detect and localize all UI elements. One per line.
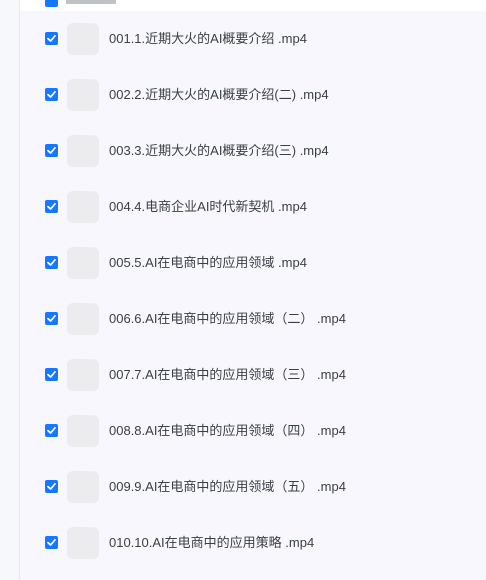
file-list: 001.1.近期大火的AI概要介绍 .mp4 002.2.近期大火的AI概要介绍…	[20, 11, 486, 580]
list-item[interactable]: 006.6.AI在电商中的应用领域（二） .mp4	[20, 291, 486, 347]
file-name[interactable]: 005.5.AI在电商中的应用领域 .mp4	[109, 254, 307, 272]
file-list-page: 001.1.近期大火的AI概要介绍 .mp4 002.2.近期大火的AI概要介绍…	[0, 0, 486, 580]
file-name[interactable]: 002.2.近期大火的AI概要介绍(二) .mp4	[109, 86, 329, 104]
checkmark-icon	[47, 202, 56, 210]
file-checkbox[interactable]	[45, 88, 58, 101]
checkmark-icon	[47, 90, 56, 98]
file-checkbox[interactable]	[45, 312, 58, 325]
left-indent-rail	[0, 0, 20, 580]
file-thumbnail-icon	[67, 79, 99, 111]
list-item[interactable]: 001.1.近期大火的AI概要介绍 .mp4	[20, 11, 486, 67]
file-thumbnail-icon	[67, 247, 99, 279]
checkmark-icon	[47, 314, 56, 322]
list-item[interactable]: 007.7.AI在电商中的应用领域（三） .mp4	[20, 347, 486, 403]
file-thumbnail-icon	[67, 23, 99, 55]
file-name[interactable]: 009.9.AI在电商中的应用领域（五） .mp4	[109, 478, 346, 496]
folder-header-strip	[0, 0, 486, 11]
file-name[interactable]: 008.8.AI在电商中的应用领域（四） .mp4	[109, 422, 346, 440]
file-checkbox[interactable]	[45, 536, 58, 549]
file-checkbox[interactable]	[45, 480, 58, 493]
checkmark-icon	[47, 538, 56, 546]
file-name[interactable]: 006.6.AI在电商中的应用领域（二） .mp4	[109, 310, 346, 328]
file-thumbnail-icon	[67, 303, 99, 335]
folder-checkbox[interactable]	[45, 0, 58, 7]
file-thumbnail-icon	[67, 191, 99, 223]
file-thumbnail-icon	[67, 527, 99, 559]
checkmark-icon	[47, 146, 56, 154]
file-checkbox[interactable]	[45, 368, 58, 381]
folder-title-fragment	[66, 0, 116, 4]
list-item[interactable]: 005.5.AI在电商中的应用领域 .mp4	[20, 235, 486, 291]
file-checkbox[interactable]	[45, 424, 58, 437]
list-item[interactable]: 003.3.近期大火的AI概要介绍(三) .mp4	[20, 123, 486, 179]
file-name[interactable]: 001.1.近期大火的AI概要介绍 .mp4	[109, 30, 307, 48]
checkmark-icon	[47, 426, 56, 434]
list-item[interactable]: 009.9.AI在电商中的应用领域（五） .mp4	[20, 459, 486, 515]
file-checkbox[interactable]	[45, 32, 58, 45]
list-item[interactable]: 002.2.近期大火的AI概要介绍(二) .mp4	[20, 67, 486, 123]
file-thumbnail-icon	[67, 359, 99, 391]
file-checkbox[interactable]	[45, 144, 58, 157]
checkmark-icon	[47, 370, 56, 378]
file-thumbnail-icon	[67, 415, 99, 447]
file-checkbox[interactable]	[45, 200, 58, 213]
list-item[interactable]: 008.8.AI在电商中的应用领域（四） .mp4	[20, 403, 486, 459]
file-name[interactable]: 003.3.近期大火的AI概要介绍(三) .mp4	[109, 142, 329, 160]
file-name[interactable]: 010.10.AI在电商中的应用策略 .mp4	[109, 534, 314, 552]
file-thumbnail-icon	[67, 471, 99, 503]
file-checkbox[interactable]	[45, 256, 58, 269]
checkmark-icon	[47, 258, 56, 266]
list-item[interactable]: 010.10.AI在电商中的应用策略 .mp4	[20, 515, 486, 571]
checkmark-icon	[47, 34, 56, 42]
file-name[interactable]: 004.4.电商企业AI时代新契机 .mp4	[109, 198, 307, 216]
checkmark-icon	[47, 482, 56, 490]
list-item[interactable]: 004.4.电商企业AI时代新契机 .mp4	[20, 179, 486, 235]
file-thumbnail-icon	[67, 135, 99, 167]
file-name[interactable]: 007.7.AI在电商中的应用领域（三） .mp4	[109, 366, 346, 384]
